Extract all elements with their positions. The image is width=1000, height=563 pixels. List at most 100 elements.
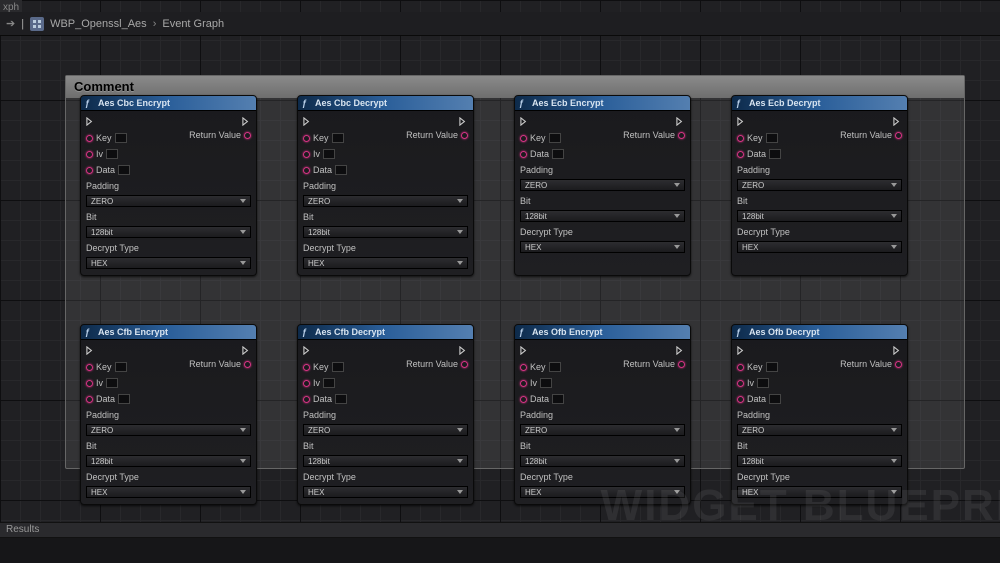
input-pin-iv[interactable]: Iv — [86, 377, 251, 389]
exec-input-pin[interactable] — [520, 117, 529, 126]
node-header[interactable]: ƒ Aes Ecb Decrypt — [732, 96, 907, 111]
text-input[interactable] — [335, 165, 347, 175]
input-pin-iv[interactable]: Iv — [520, 377, 685, 389]
breadcrumb-parent[interactable]: WBP_Openssl_Aes — [50, 18, 147, 30]
node-header[interactable]: ƒ Aes Cfb Decrypt — [298, 325, 473, 340]
bit-dropdown[interactable]: 128bit — [737, 210, 902, 222]
node-header[interactable]: ƒ Aes Ofb Encrypt — [515, 325, 690, 340]
blueprint-node[interactable]: ƒ Aes Ecb Decrypt Key Return Value — [731, 95, 908, 276]
bit-dropdown[interactable]: 128bit — [520, 210, 685, 222]
blueprint-node[interactable]: ƒ Aes Ofb Decrypt Key Return Value — [731, 324, 908, 505]
input-pin-iv[interactable]: Iv — [737, 377, 902, 389]
text-input[interactable] — [552, 394, 564, 404]
decrypt-type-dropdown[interactable]: HEX — [520, 241, 685, 253]
blueprint-node[interactable]: ƒ Aes Cfb Encrypt Key Return Value — [80, 324, 257, 505]
text-input[interactable] — [332, 133, 344, 143]
blueprint-node[interactable]: ƒ Aes Cfb Decrypt Key Return Value — [297, 324, 474, 505]
input-pin-iv[interactable]: Iv — [86, 148, 251, 160]
text-input[interactable] — [118, 394, 130, 404]
exec-input-pin[interactable] — [303, 346, 312, 355]
text-input[interactable] — [549, 133, 561, 143]
input-pin-iv[interactable]: Iv — [303, 377, 468, 389]
text-input[interactable] — [332, 362, 344, 372]
blueprint-node[interactable]: ƒ Aes Cbc Encrypt Key Return Value — [80, 95, 257, 276]
results-bar[interactable]: Results — [0, 522, 1000, 538]
decrypt-type-dropdown[interactable]: HEX — [520, 486, 685, 498]
exec-input-pin[interactable] — [86, 117, 95, 126]
padding-dropdown[interactable]: ZERO — [86, 424, 251, 436]
output-pin-return[interactable]: Return Value — [189, 359, 251, 369]
text-input[interactable] — [106, 378, 118, 388]
text-input[interactable] — [115, 362, 127, 372]
input-pin-iv[interactable]: Iv — [303, 148, 468, 160]
padding-dropdown[interactable]: ZERO — [737, 179, 902, 191]
text-input[interactable] — [323, 149, 335, 159]
output-pin-return[interactable]: Return Value — [406, 359, 468, 369]
input-pin-data[interactable]: Data — [737, 393, 902, 405]
input-pin-data[interactable]: Data — [737, 148, 902, 160]
node-header[interactable]: ƒ Aes Ecb Encrypt — [515, 96, 690, 111]
text-input[interactable] — [769, 149, 781, 159]
decrypt-type-dropdown[interactable]: HEX — [303, 486, 468, 498]
input-pin-data[interactable]: Data — [86, 393, 251, 405]
padding-dropdown[interactable]: ZERO — [86, 195, 251, 207]
text-input[interactable] — [552, 149, 564, 159]
input-pin-data[interactable]: Data — [303, 393, 468, 405]
input-pin-data[interactable]: Data — [520, 148, 685, 160]
text-input[interactable] — [115, 133, 127, 143]
output-pin-return[interactable]: Return Value — [406, 130, 468, 140]
padding-dropdown[interactable]: ZERO — [520, 179, 685, 191]
output-pin-return[interactable]: Return Value — [189, 130, 251, 140]
text-input[interactable] — [769, 394, 781, 404]
bit-dropdown[interactable]: 128bit — [303, 455, 468, 467]
exec-output-pin[interactable] — [242, 117, 251, 126]
decrypt-type-dropdown[interactable]: HEX — [737, 241, 902, 253]
blueprint-node[interactable]: ƒ Aes Ofb Encrypt Key Return Value — [514, 324, 691, 505]
exec-input-pin[interactable] — [86, 346, 95, 355]
bit-dropdown[interactable]: 128bit — [86, 226, 251, 238]
text-input[interactable] — [323, 378, 335, 388]
bit-dropdown[interactable]: 128bit — [737, 455, 902, 467]
blueprint-node[interactable]: ƒ Aes Ecb Encrypt Key Return Value — [514, 95, 691, 276]
output-pin-return[interactable]: Return Value — [840, 130, 902, 140]
exec-input-pin[interactable] — [737, 346, 746, 355]
node-header[interactable]: ƒ Aes Ofb Decrypt — [732, 325, 907, 340]
decrypt-type-dropdown[interactable]: HEX — [86, 486, 251, 498]
input-pin-data[interactable]: Data — [86, 164, 251, 176]
exec-output-pin[interactable] — [893, 117, 902, 126]
node-header[interactable]: ƒ Aes Cbc Decrypt — [298, 96, 473, 111]
bit-dropdown[interactable]: 128bit — [86, 455, 251, 467]
exec-input-pin[interactable] — [303, 117, 312, 126]
node-header[interactable]: ƒ Aes Cbc Encrypt — [81, 96, 256, 111]
breadcrumb-back-icon[interactable]: ➔ — [6, 17, 15, 30]
exec-output-pin[interactable] — [893, 346, 902, 355]
decrypt-type-dropdown[interactable]: HEX — [303, 257, 468, 269]
exec-input-pin[interactable] — [737, 117, 746, 126]
padding-dropdown[interactable]: ZERO — [303, 195, 468, 207]
padding-dropdown[interactable]: ZERO — [737, 424, 902, 436]
text-input[interactable] — [106, 149, 118, 159]
text-input[interactable] — [766, 362, 778, 372]
exec-output-pin[interactable] — [459, 346, 468, 355]
exec-output-pin[interactable] — [459, 117, 468, 126]
bit-dropdown[interactable]: 128bit — [303, 226, 468, 238]
exec-input-pin[interactable] — [520, 346, 529, 355]
text-input[interactable] — [757, 378, 769, 388]
output-pin-return[interactable]: Return Value — [840, 359, 902, 369]
output-pin-return[interactable]: Return Value — [623, 130, 685, 140]
text-input[interactable] — [766, 133, 778, 143]
text-input[interactable] — [549, 362, 561, 372]
padding-dropdown[interactable]: ZERO — [303, 424, 468, 436]
input-pin-data[interactable]: Data — [303, 164, 468, 176]
decrypt-type-dropdown[interactable]: HEX — [737, 486, 902, 498]
text-input[interactable] — [540, 378, 552, 388]
text-input[interactable] — [118, 165, 130, 175]
padding-dropdown[interactable]: ZERO — [520, 424, 685, 436]
text-input[interactable] — [335, 394, 347, 404]
exec-output-pin[interactable] — [676, 346, 685, 355]
blueprint-node[interactable]: ƒ Aes Cbc Decrypt Key Return Value — [297, 95, 474, 276]
decrypt-type-dropdown[interactable]: HEX — [86, 257, 251, 269]
bit-dropdown[interactable]: 128bit — [520, 455, 685, 467]
output-pin-return[interactable]: Return Value — [623, 359, 685, 369]
input-pin-data[interactable]: Data — [520, 393, 685, 405]
